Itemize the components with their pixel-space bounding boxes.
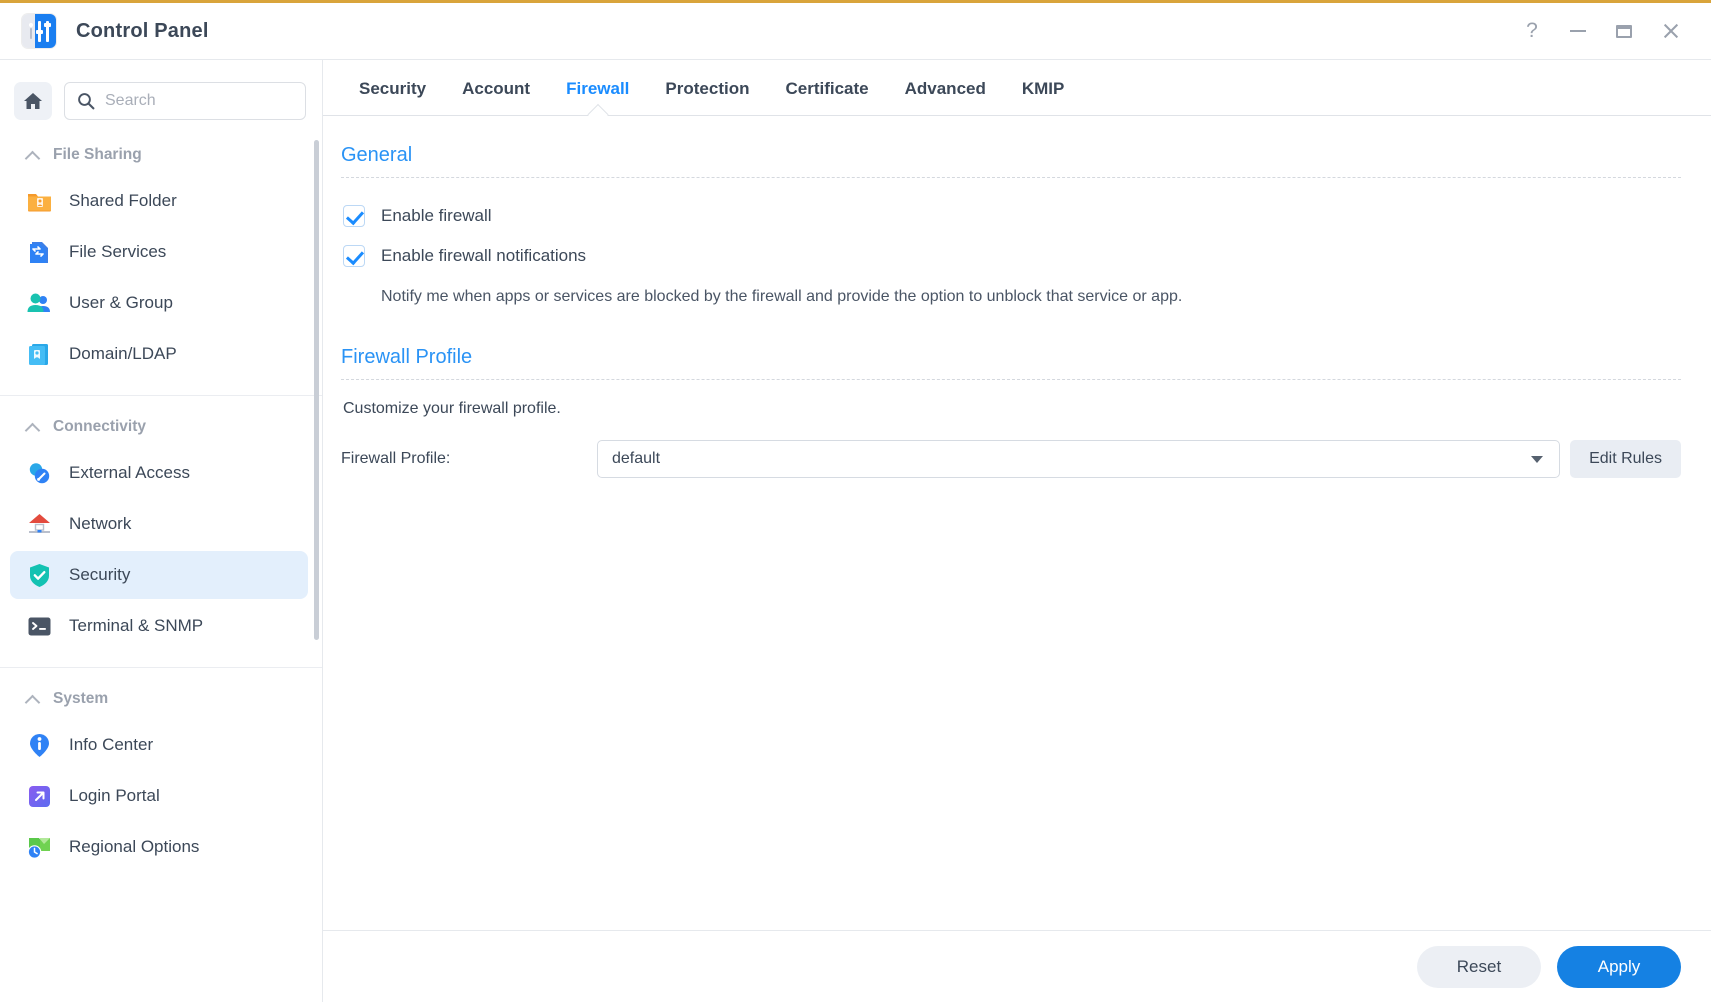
regional-options-icon [26, 834, 53, 861]
sidebar-item-file-services[interactable]: File Services [10, 228, 308, 276]
sidebar-group-header-system[interactable]: System [0, 684, 322, 718]
firewall-profile-description: Customize your firewall profile. [343, 400, 561, 418]
firewall-profile-field-label: Firewall Profile: [341, 450, 451, 468]
sidebar-item-label: Shared Folder [69, 191, 177, 210]
firewall-profile-selected-value: default [612, 450, 661, 468]
sidebar-item-terminal-snmp[interactable]: Terminal & SNMP [10, 602, 308, 650]
login-portal-icon [26, 783, 53, 810]
sidebar-item-domain-ldap[interactable]: Domain/LDAP [10, 330, 308, 378]
sidebar-scrollbar[interactable] [314, 140, 319, 640]
tab-bar: Security Account Firewall Protection Cer… [323, 60, 1711, 115]
chevron-down-icon [1531, 455, 1544, 463]
shared-folder-icon [26, 188, 53, 215]
apply-button[interactable]: Apply [1557, 945, 1681, 988]
sidebar-item-security[interactable]: Security [10, 551, 308, 599]
title-bar: Control Panel ? [0, 3, 1711, 60]
minimize-button[interactable] [1555, 11, 1601, 51]
sidebar-group-system: System Info Center Login Portal Regional… [0, 667, 322, 888]
sidebar-item-info-center[interactable]: Info Center [10, 721, 308, 769]
chevron-up-icon [26, 693, 39, 706]
sidebar-item-label: Login Portal [69, 786, 160, 805]
sidebar-item-user-group[interactable]: User & Group [10, 279, 308, 327]
footer-bar: Reset Apply [323, 930, 1711, 1002]
sidebar-item-external-access[interactable]: External Access [10, 449, 308, 497]
home-icon [24, 93, 42, 109]
general-section-title: General [341, 144, 413, 166]
window-title: Control Panel [76, 19, 209, 42]
sidebar-item-label: Regional Options [69, 837, 200, 856]
tab-advanced[interactable]: Advanced [887, 61, 1004, 115]
tab-certificate[interactable]: Certificate [767, 61, 886, 115]
enable-firewall-notifications-label: Enable firewall notifications [381, 246, 587, 265]
section-divider [341, 177, 1681, 178]
control-panel-window: Control Panel ? Search File Sharing Shar… [0, 0, 1711, 1002]
window-body: Search File Sharing Shared Folder File S… [0, 60, 1711, 1002]
sidebar-item-login-portal[interactable]: Login Portal [10, 772, 308, 820]
sidebar-item-label: Security [69, 565, 131, 584]
info-center-icon [26, 732, 53, 759]
sidebar-search-row: Search [0, 60, 322, 140]
reset-button[interactable]: Reset [1417, 945, 1541, 988]
firewall-profile-select[interactable]: default [597, 440, 1561, 479]
section-divider [341, 379, 1681, 381]
search-placeholder: Search [105, 92, 156, 109]
file-services-icon [26, 239, 53, 266]
sidebar-item-label: User & Group [69, 293, 173, 312]
sidebar-group-file-sharing: File Sharing Shared Folder File Services… [0, 140, 322, 395]
enable-firewall-notifications-checkbox[interactable] [343, 245, 365, 267]
tab-kmip[interactable]: KMIP [1004, 61, 1083, 115]
minimize-icon [1570, 30, 1586, 32]
sidebar-group-label: System [53, 690, 109, 707]
maximize-button[interactable] [1601, 11, 1647, 51]
sidebar-group-label: Connectivity [53, 418, 147, 435]
sidebar-group-header-file-sharing[interactable]: File Sharing [0, 140, 322, 174]
sidebar: Search File Sharing Shared Folder File S… [0, 60, 323, 1002]
firewall-profile-row: Firewall Profile: default Edit Rules [341, 436, 1681, 479]
maximize-icon [1616, 24, 1632, 38]
search-icon [78, 93, 95, 110]
control-panel-icon [22, 14, 56, 48]
sidebar-item-network[interactable]: Network [10, 500, 308, 548]
sidebar-item-shared-folder[interactable]: Shared Folder [10, 177, 308, 225]
tab-protection[interactable]: Protection [647, 61, 767, 115]
tab-security[interactable]: Security [341, 61, 444, 115]
edit-rules-button[interactable]: Edit Rules [1570, 440, 1681, 479]
enable-firewall-label: Enable firewall [381, 206, 492, 225]
close-button[interactable] [1647, 11, 1693, 51]
content-area: Security Account Firewall Protection Cer… [323, 60, 1711, 1002]
sidebar-item-label: Info Center [69, 735, 154, 754]
sidebar-scroll-area: File Sharing Shared Folder File Services… [0, 140, 322, 1002]
tab-firewall[interactable]: Firewall [548, 61, 647, 115]
sidebar-item-label: Terminal & SNMP [69, 616, 204, 635]
sidebar-item-label: File Services [69, 242, 167, 261]
sidebar-item-label: External Access [69, 463, 190, 482]
help-button[interactable]: ? [1509, 11, 1555, 51]
sidebar-group-label: File Sharing [53, 146, 142, 163]
enable-firewall-row[interactable]: Enable firewall [341, 196, 1681, 236]
network-icon [26, 511, 53, 538]
sidebar-group-connectivity: Connectivity External Access Network Sec… [0, 395, 322, 667]
home-button[interactable] [14, 82, 52, 120]
chevron-up-icon [26, 149, 39, 162]
enable-firewall-checkbox[interactable] [343, 205, 365, 227]
search-input[interactable]: Search [64, 82, 306, 120]
notifications-help-text: Notify me when apps or services are bloc… [381, 288, 1183, 305]
sidebar-group-header-connectivity[interactable]: Connectivity [0, 412, 322, 446]
terminal-snmp-icon [26, 613, 53, 640]
sidebar-item-label: Network [69, 514, 132, 533]
user-group-icon [26, 290, 53, 317]
firewall-profile-section-title: Firewall Profile [341, 346, 473, 369]
close-icon [1662, 23, 1679, 40]
security-shield-icon [26, 562, 53, 589]
external-access-icon [26, 460, 53, 487]
chevron-up-icon [26, 421, 39, 434]
enable-notifications-row[interactable]: Enable firewall notifications [341, 236, 1681, 276]
tab-account[interactable]: Account [444, 61, 548, 115]
firewall-pane: General Enable firewall Enable firewall … [323, 116, 1711, 930]
sidebar-item-regional-options[interactable]: Regional Options [10, 823, 308, 871]
domain-ldap-icon [26, 341, 53, 368]
sidebar-item-label: Domain/LDAP [69, 344, 177, 363]
